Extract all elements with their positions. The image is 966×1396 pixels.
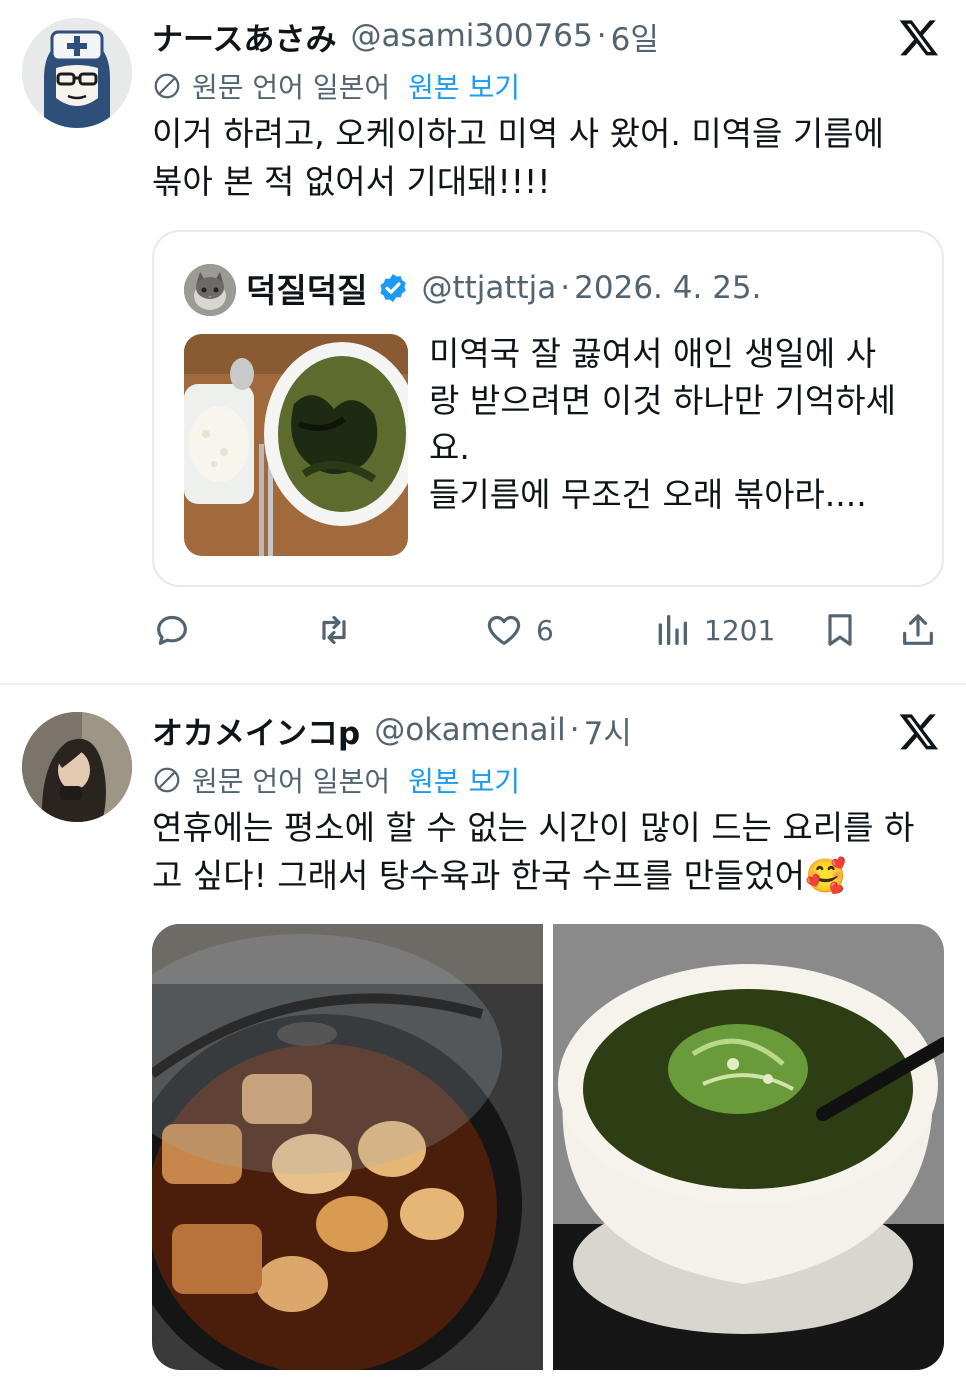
retweet-icon	[322, 615, 346, 645]
tweet-header: ナースあさみ @asami300765 · 6일	[152, 14, 659, 58]
tweet-text-line: 볶아 본 적 없어서 기대돼!!!!	[152, 162, 551, 201]
timestamp[interactable]: 7시	[584, 708, 632, 753]
author-handle[interactable]: @asami300765	[350, 18, 592, 54]
tweet[interactable]: ナースあさみ @asami300765 · 6일 원문 언어 일본어 원본 보기…	[0, 0, 966, 684]
share-icon	[903, 614, 933, 645]
tweet-header: オカメインコp @okamenail · 7시	[152, 708, 632, 752]
quote-text-line: 요.	[429, 428, 470, 467]
views-count: 1201	[704, 613, 776, 647]
quote-date[interactable]: 2026. 4. 25.	[574, 270, 761, 306]
retweet-button[interactable]	[314, 606, 354, 654]
quote-text: 미역국 잘 끓여서 애인 생일에 사 랑 받으려면 이것 하나만 기억하세 요.…	[429, 330, 929, 518]
like-count: 6	[536, 613, 554, 647]
author-name[interactable]: ナースあさみ	[152, 14, 336, 59]
translate-globe-icon	[154, 73, 180, 99]
tweet[interactable]: オカメインコp @okamenail · 7시 원문 언어 일본어 원본 보기 …	[0, 684, 966, 1396]
reply-icon	[157, 615, 187, 645]
quote-image[interactable]	[184, 334, 408, 556]
views-button[interactable]: 1201	[652, 606, 775, 654]
tweet-text: 연휴에는 평소에 할 수 없는 시간이 많이 드는 요리를 하 고 싶다! 그래…	[152, 804, 942, 900]
author-name[interactable]: オカメインコp	[152, 708, 360, 753]
author-handle[interactable]: @okamenail	[374, 712, 566, 748]
braised-pork-photo	[152, 924, 543, 1370]
translation-note: 원문 언어 일본어	[192, 71, 391, 104]
quote-header: 덕질덕질 @ttjattja · 2026. 4. 25.	[246, 266, 762, 310]
seaweed-soup-photo	[184, 334, 408, 556]
quote-author-name[interactable]: 덕질덕질	[246, 264, 367, 312]
quote-avatar[interactable]	[184, 264, 236, 316]
x-logo-icon	[899, 714, 939, 750]
quote-text-line: 들기름에 무조건 오래 볶아라....	[429, 475, 867, 514]
translation-note: 원문 언어 일본어	[192, 765, 391, 798]
tweet-text: 이거 하려고, 오케이하고 미역 사 왔어. 미역을 기름에 볶아 본 적 없어…	[152, 110, 942, 206]
bookmark-icon	[828, 614, 852, 646]
media-image-seaweed-soup[interactable]	[553, 924, 944, 1370]
translation-row: 원문 언어 일본어 원본 보기	[152, 66, 520, 106]
profile-photo-avatar	[22, 712, 132, 822]
translation-row: 원문 언어 일본어 원본 보기	[152, 760, 520, 800]
media-image-braised-pork[interactable]	[152, 924, 543, 1370]
quote-author-handle[interactable]: @ttjattja	[421, 270, 556, 306]
nurse-avatar-image	[22, 18, 132, 128]
seaweed-soup-bowl-photo	[553, 924, 944, 1370]
show-original-link[interactable]: 원본 보기	[408, 66, 520, 106]
quote-text-line: 미역국 잘 끓여서 애인 생일에 사	[429, 334, 877, 373]
avatar[interactable]	[22, 18, 132, 128]
show-original-link[interactable]: 원본 보기	[408, 760, 520, 800]
tweet-text-line: 고 싶다! 그래서 탕수육과 한국 수프를 만들었어🥰	[152, 856, 847, 895]
separator-dot: ·	[569, 712, 580, 748]
bookmark-button[interactable]	[820, 606, 860, 654]
quote-tweet[interactable]: 덕질덕질 @ttjattja · 2026. 4. 25. 미역국 잘 끓여서 …	[152, 230, 944, 587]
heart-icon	[487, 615, 521, 645]
verified-badge-icon	[380, 274, 407, 302]
timestamp[interactable]: 6일	[611, 14, 659, 59]
cat-avatar-image	[184, 264, 236, 316]
views-icon	[658, 615, 687, 645]
share-button[interactable]	[898, 606, 938, 654]
quote-text-line: 랑 받으려면 이것 하나만 기억하세	[429, 381, 896, 420]
avatar[interactable]	[22, 712, 132, 822]
separator-dot: ·	[596, 18, 607, 54]
tweet-text-line: 이거 하려고, 오케이하고 미역 사 왔어. 미역을 기름에	[152, 114, 884, 153]
separator-dot: ·	[560, 270, 571, 306]
action-bar: 6 1201	[152, 606, 942, 654]
reply-button[interactable]	[152, 606, 192, 654]
tweet-text-line: 연휴에는 평소에 할 수 없는 시간이 많이 드는 요리를 하	[152, 808, 915, 847]
x-logo-icon	[899, 20, 939, 56]
like-button[interactable]: 6	[484, 606, 554, 654]
translate-globe-icon	[154, 767, 180, 793]
